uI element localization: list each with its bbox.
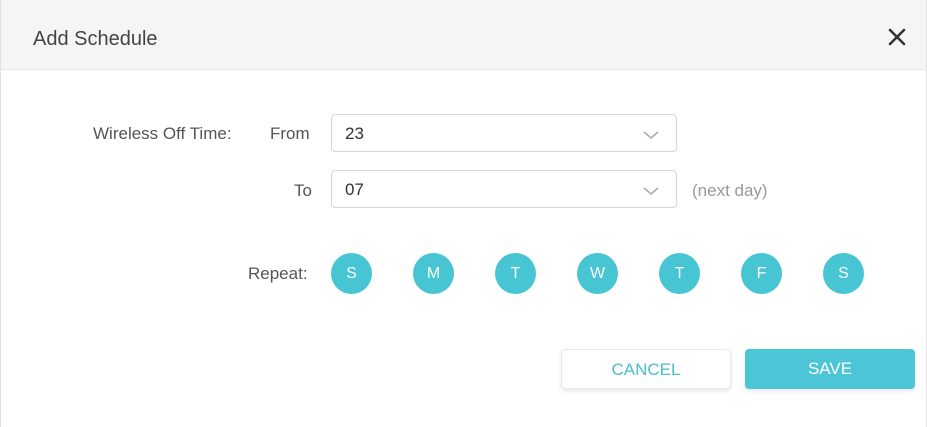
day-toggle-sunday[interactable]: S <box>331 253 372 294</box>
dialog-header: Add Schedule <box>1 0 926 70</box>
day-toggle-monday[interactable]: M <box>413 253 454 294</box>
cancel-button[interactable]: CANCEL <box>561 349 731 389</box>
day-toggle-saturday[interactable]: S <box>823 253 864 294</box>
add-schedule-dialog: Add Schedule Wireless Off Time: From 23 … <box>0 0 927 427</box>
chevron-down-icon <box>642 184 660 196</box>
close-icon[interactable] <box>886 26 908 48</box>
to-select[interactable]: 07 <box>331 170 677 208</box>
to-select-value: 07 <box>345 180 364 199</box>
save-button[interactable]: SAVE <box>745 349 915 389</box>
repeat-label: Repeat: <box>248 264 308 283</box>
day-toggle-tuesday[interactable]: T <box>495 253 536 294</box>
chevron-down-icon <box>642 128 660 140</box>
from-select[interactable]: 23 <box>331 114 677 152</box>
day-toggle-thursday[interactable]: T <box>659 253 700 294</box>
wireless-off-time-label: Wireless Off Time: <box>93 124 232 143</box>
day-toggle-friday[interactable]: F <box>741 253 782 294</box>
from-select-value: 23 <box>345 124 364 143</box>
to-label: To <box>294 181 312 200</box>
day-toggle-wednesday[interactable]: W <box>577 253 618 294</box>
dialog-title: Add Schedule <box>33 28 158 50</box>
next-day-hint: (next day) <box>692 181 768 200</box>
from-label: From <box>270 124 310 143</box>
